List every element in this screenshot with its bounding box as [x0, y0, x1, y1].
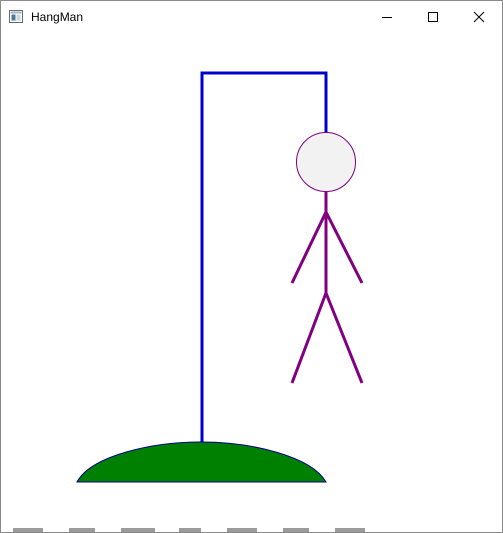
hangman-left-arm [290, 211, 328, 284]
hangman-head [296, 132, 356, 192]
gallows [200, 71, 328, 442]
hangman-canvas [76, 71, 364, 483]
hangman-right-arm [324, 211, 364, 284]
clipped-bottom-controls [13, 528, 365, 532]
ground-mound [76, 441, 327, 483]
hangman-left-leg [290, 292, 328, 384]
hangman-window: HangMan [0, 0, 503, 533]
hangman-right-leg [324, 292, 364, 384]
